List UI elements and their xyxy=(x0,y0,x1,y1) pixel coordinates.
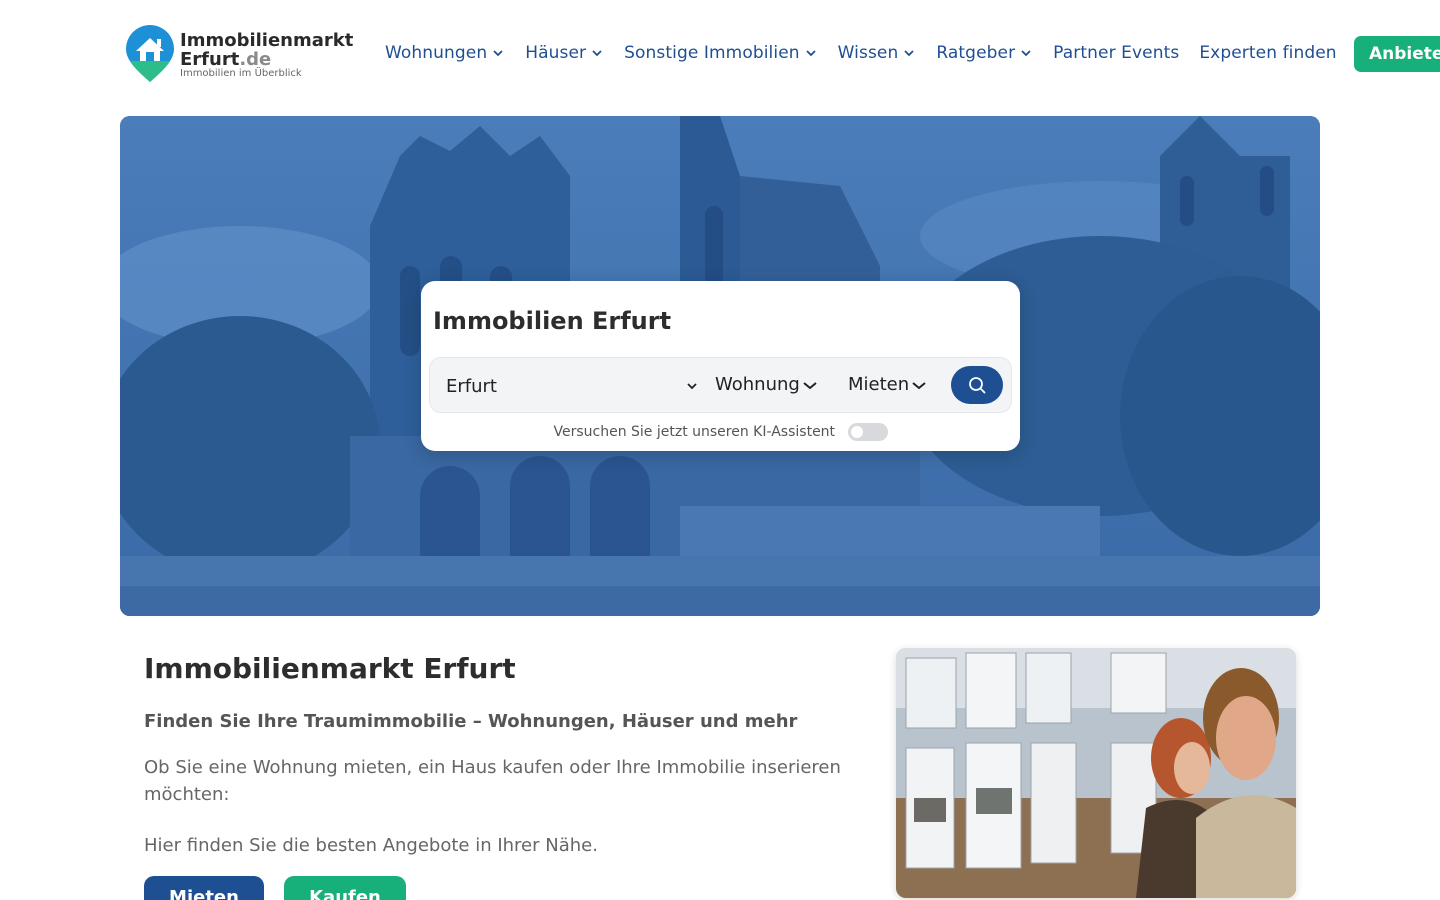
ai-assistant-toggle[interactable] xyxy=(847,423,888,441)
couple-window-photo xyxy=(896,648,1296,898)
nav-label: Ratgeber xyxy=(936,43,1016,63)
nav-item-ratgeber[interactable]: Ratgeber xyxy=(936,43,1033,63)
buy-button[interactable]: Kaufen xyxy=(284,876,406,900)
toggle-knob xyxy=(850,426,863,438)
nav-label: Wissen xyxy=(837,43,899,63)
ai-assistant-row: Versuchen Sie jetzt unseren KI-Assistent xyxy=(421,423,1020,441)
search-title: Immobilien Erfurt xyxy=(433,307,672,335)
ai-assistant-label: Versuchen Sie jetzt unseren KI-Assistent xyxy=(553,424,836,440)
logo-tld: .de xyxy=(239,49,272,70)
chevron-down-icon xyxy=(803,382,817,390)
chevron-down-icon xyxy=(1021,50,1031,57)
page-subtitle: Finden Sie Ihre Traumimmobilie – Wohnung… xyxy=(144,711,798,732)
logo-city: Erfurt xyxy=(180,49,240,70)
rent-button[interactable]: Mieten xyxy=(144,876,264,900)
search-bar: Erfurt Wohnung Mieten xyxy=(429,357,1012,413)
anbieten-button[interactable]: Anbieten xyxy=(1354,36,1440,72)
offer-mode-select[interactable]: Mieten xyxy=(848,374,927,395)
logo-text-city: Erfurt.de xyxy=(180,50,271,70)
search-icon xyxy=(969,377,986,394)
logo-text-main: Immobilienmarkt xyxy=(180,30,354,51)
chevron-down-icon xyxy=(912,382,926,390)
search-button[interactable] xyxy=(951,366,1003,404)
page-title: Immobilienmarkt Erfurt xyxy=(144,652,516,685)
chevron-down-icon xyxy=(592,50,602,57)
search-card: Immobilien Erfurt Erfurt Wohnung Mieten … xyxy=(421,281,1020,451)
nav-item-partner-events[interactable]: Partner Events xyxy=(1053,43,1179,63)
nav-item-haeuser[interactable]: Häuser xyxy=(525,43,604,63)
chevron-down-icon xyxy=(806,50,816,57)
nav-item-wohnungen[interactable]: Wohnungen xyxy=(385,43,505,63)
house-pin-icon xyxy=(126,25,174,82)
nav-item-wissen[interactable]: Wissen xyxy=(838,43,917,63)
property-type-value: Wohnung xyxy=(715,374,800,395)
offer-mode-value: Mieten xyxy=(848,374,910,395)
property-type-select[interactable]: Wohnung xyxy=(715,374,818,395)
site-logo[interactable]: Immobilienmarkt Erfurt.de Immobilien im … xyxy=(124,25,364,85)
nav-label: Wohnungen xyxy=(385,43,488,63)
location-select[interactable]: Erfurt xyxy=(446,376,497,397)
nav-label: Häuser xyxy=(525,43,587,63)
intro-paragraph: Ob Sie eine Wohnung mieten, ein Haus kau… xyxy=(144,757,841,805)
main-nav: Wohnungen Häuser Sonstige Immobilien Wis… xyxy=(385,40,1357,66)
nav-item-sonstige-immobilien[interactable]: Sonstige Immobilien xyxy=(624,43,818,63)
chevron-down-icon xyxy=(493,50,503,57)
nav-label: Experten finden xyxy=(1199,43,1337,63)
chevron-down-icon xyxy=(904,50,914,57)
photo-image xyxy=(896,648,1296,898)
logo-tagline: Immobilien im Überblick xyxy=(180,68,302,79)
nav-label: Sonstige Immobilien xyxy=(624,43,800,63)
nav-label: Partner Events xyxy=(1053,43,1180,63)
chevron-down-icon xyxy=(687,383,697,390)
site-header: Immobilienmarkt Erfurt.de Immobilien im … xyxy=(0,0,1440,100)
intro-paragraph-2: Hier finden Sie die besten Angebote in I… xyxy=(144,835,598,856)
nav-item-experten-finden[interactable]: Experten finden xyxy=(1199,43,1336,63)
